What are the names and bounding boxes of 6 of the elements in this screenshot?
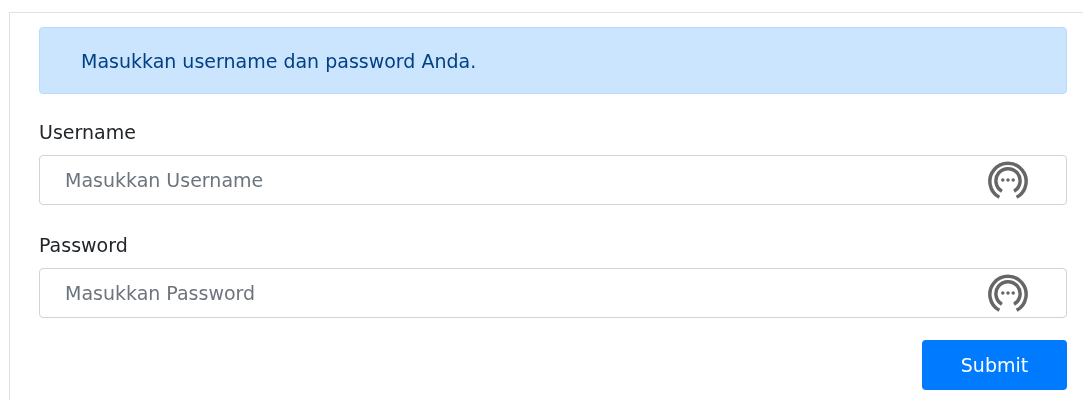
field-label: Password: [39, 233, 129, 257]
password-field[interactable]: Masukkan Password: [39, 268, 1067, 318]
alert-text: Masukkan username dan password Anda.: [81, 49, 477, 72]
username-field[interactable]: Masukkan Username: [39, 155, 1067, 205]
field-label: Username: [39, 120, 137, 144]
submit-button[interactable]: Submit: [922, 340, 1067, 390]
